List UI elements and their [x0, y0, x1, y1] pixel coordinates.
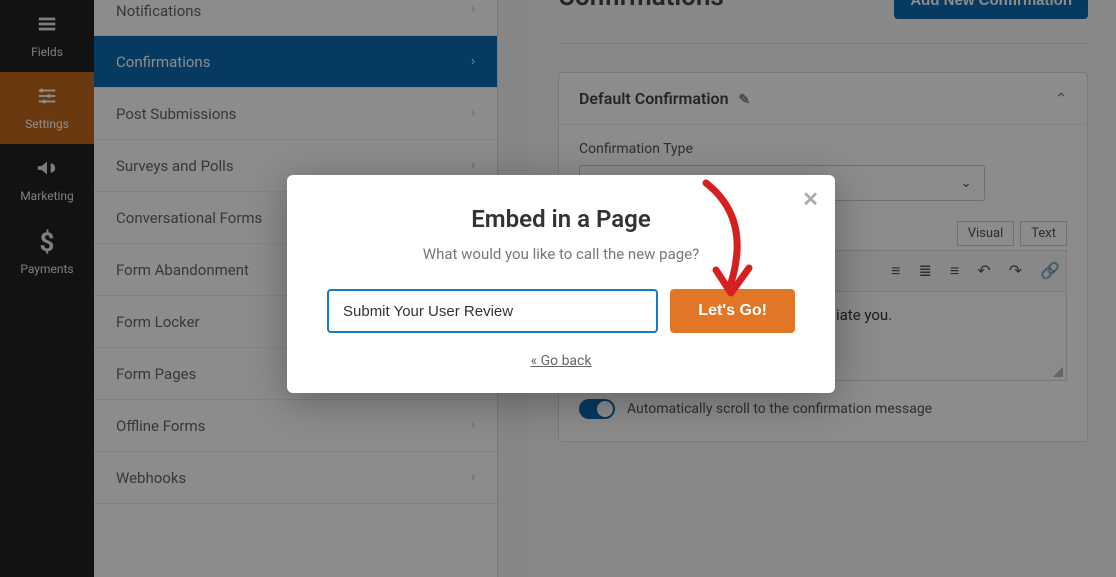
go-back-link[interactable]: « Go back: [327, 353, 795, 369]
embed-modal: ✕ Embed in a Page What would you like to…: [287, 175, 835, 393]
page-name-input[interactable]: [327, 289, 658, 333]
close-icon[interactable]: ✕: [802, 187, 819, 211]
lets-go-button[interactable]: Let's Go!: [670, 289, 795, 333]
modal-title: Embed in a Page: [327, 205, 795, 233]
modal-subtitle: What would you like to call the new page…: [327, 245, 795, 263]
